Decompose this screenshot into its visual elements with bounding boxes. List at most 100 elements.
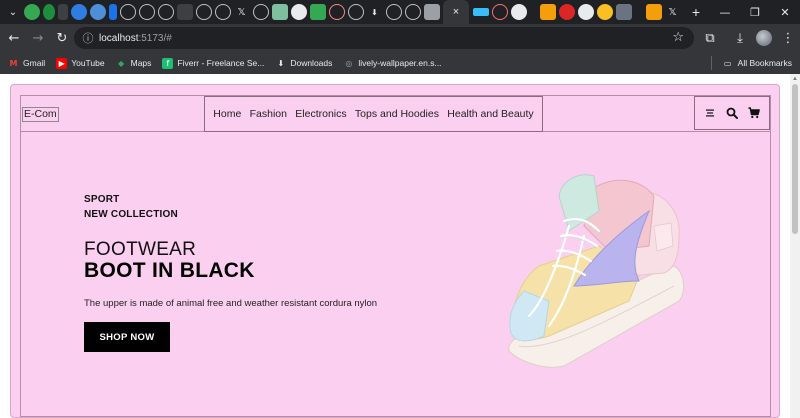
tab-favicon[interactable] [176, 4, 193, 20]
bookmark-label: Fiverr - Freelance Se... [177, 58, 265, 68]
site-navbar: E-Com Home Fashion Electronics Tops and … [21, 96, 770, 132]
maps-icon: ◆ [118, 58, 125, 68]
tab-favicon[interactable] [290, 4, 307, 20]
nav-fashion[interactable]: Fashion [250, 108, 287, 120]
page-scrollbar[interactable]: ▲ [790, 74, 800, 418]
github-icon[interactable] [578, 4, 594, 20]
download-icon: ⬇ [277, 58, 285, 68]
bookmark-item[interactable]: ◆ Maps [116, 58, 152, 69]
tab-favicon[interactable] [23, 4, 40, 20]
tab-favicon[interactable] [108, 4, 117, 20]
nav-home[interactable]: Home [213, 108, 241, 120]
more-menu-icon[interactable]: ⋮ [776, 26, 800, 50]
tab-favicon[interactable] [645, 4, 662, 20]
tab-favicon[interactable] [559, 4, 575, 20]
bookmark-item[interactable]: ◎ lively-wallpaper.en.s... [343, 58, 441, 69]
minimize-icon[interactable]: — [710, 0, 740, 24]
tab-favicon[interactable] [119, 4, 136, 20]
tab-favicon[interactable] [271, 4, 288, 20]
tab-favicon[interactable] [347, 4, 364, 20]
tab-search-icon[interactable]: ⌄ [4, 3, 22, 21]
bookmark-item[interactable]: ▶ YouTube [56, 57, 105, 69]
scroll-up-icon[interactable]: ▲ [791, 75, 799, 83]
bookmark-label: Gmail [23, 58, 46, 68]
url-path: :5173/# [138, 32, 172, 44]
tab-favicon[interactable] [404, 4, 421, 20]
download-icon[interactable]: ⤓ [728, 26, 752, 50]
scrollbar-thumb[interactable] [792, 84, 798, 234]
youtube-icon: ▶ [56, 57, 68, 69]
hero-collection: NEW COLLECTION [84, 209, 178, 220]
tab-favicon[interactable] [138, 4, 155, 20]
hero-description: The upper is made of animal free and wea… [84, 298, 378, 309]
tab-favicon[interactable] [472, 8, 489, 16]
tab-favicon[interactable] [70, 4, 87, 20]
active-tab[interactable]: × [443, 0, 469, 24]
fiverr-icon: f [162, 57, 174, 69]
nav-electronics[interactable]: Electronics [295, 108, 346, 120]
restore-icon[interactable]: ❐ [740, 0, 770, 24]
back-icon[interactable]: ← [2, 26, 26, 50]
cart-icon[interactable] [747, 106, 761, 120]
tab-favicon[interactable] [214, 4, 231, 20]
github-icon[interactable] [510, 4, 527, 20]
browser-toolbar: ← → ↻ ⓘ localhost:5173/# ☆ ⧉ ⤓ ⋮ [0, 24, 800, 52]
tab-favicon[interactable] [89, 4, 106, 20]
search-icon[interactable] [725, 106, 739, 120]
tab-favicon[interactable] [57, 4, 68, 20]
bookmark-item[interactable]: f Fiverr - Freelance Se... [162, 57, 265, 69]
address-bar[interactable]: ⓘ localhost:5173/# ☆ [74, 27, 694, 49]
close-window-icon[interactable]: ✕ [770, 0, 800, 24]
toolbar-right: ⧉ ⤓ ⋮ [698, 26, 800, 50]
tab-strip: ⌄ 𝕏 ⬇ × 𝕏 + — ❐ ✕ [0, 0, 800, 24]
tab-favicon[interactable] [597, 4, 613, 20]
gmail-icon: M [9, 58, 18, 68]
tab-favicon[interactable] [309, 4, 326, 20]
profile-avatar[interactable] [756, 30, 772, 46]
extensions-icon[interactable]: ⧉ [698, 26, 722, 50]
tab-favicon[interactable] [195, 4, 212, 20]
tab-favicon[interactable] [423, 4, 440, 20]
close-tab-icon[interactable]: × [453, 6, 459, 18]
tab-favicon[interactable] [252, 4, 269, 20]
tab-favicon[interactable] [328, 4, 345, 20]
nav-tops-and-hoodies[interactable]: Tops and Hoodies [355, 108, 439, 120]
download-icon[interactable]: ⬇ [367, 4, 383, 20]
site-logo[interactable]: E-Com [22, 107, 59, 122]
hero-title: BOOT IN BLACK [84, 259, 255, 282]
sneaker-image [508, 174, 685, 368]
tab-favicon[interactable] [491, 4, 508, 20]
main-nav: Home Fashion Electronics Tops and Hoodie… [204, 96, 543, 132]
forward-icon[interactable]: → [26, 26, 50, 50]
bookmark-item[interactable]: ⬇ Downloads [275, 58, 332, 69]
bookmark-label: Downloads [290, 58, 333, 68]
window-controls: — ❐ ✕ [710, 0, 800, 24]
tab-list: 𝕏 ⬇ × 𝕏 + [22, 0, 704, 24]
nav-health-and-beauty[interactable]: Health and Beauty [447, 108, 533, 120]
url-host: localhost [99, 32, 139, 44]
site-container: E-Com Home Fashion Electronics Tops and … [10, 84, 780, 418]
tab-favicon[interactable] [540, 4, 556, 20]
tab-favicon[interactable] [42, 4, 55, 20]
tab-favicon[interactable] [385, 4, 402, 20]
all-bookmarks[interactable]: ▭ All Bookmarks [710, 52, 792, 74]
bookmark-item[interactable]: M Gmail [8, 58, 46, 69]
bookmarks-bar: M Gmail ▶ YouTube ◆ Maps f Fiverr - Freelance S… [0, 52, 800, 74]
tab-favicon[interactable] [157, 4, 174, 20]
bookmark-label: lively-wallpaper.en.s... [358, 58, 442, 68]
hero-category: FOOTWEAR [84, 239, 197, 260]
bookmark-label: YouTube [71, 58, 105, 68]
tab-favicon[interactable] [616, 4, 632, 20]
bookmark-label: Maps [130, 58, 152, 68]
page-viewport: E-Com Home Fashion Electronics Tops and … [0, 74, 800, 418]
menu-icon[interactable] [703, 106, 717, 120]
bookmarks-separator [710, 56, 712, 70]
site-info-icon[interactable]: ⓘ [77, 30, 99, 46]
bookmark-star-icon[interactable]: ☆ [672, 30, 684, 45]
folder-icon: ▭ [723, 58, 732, 68]
new-tab-button[interactable]: + [688, 4, 704, 20]
x-icon[interactable]: 𝕏 [665, 4, 681, 20]
x-icon[interactable]: 𝕏 [234, 4, 250, 20]
shop-now-button[interactable]: SHOP NOW [84, 322, 170, 352]
reload-icon[interactable]: ↻ [50, 26, 74, 50]
